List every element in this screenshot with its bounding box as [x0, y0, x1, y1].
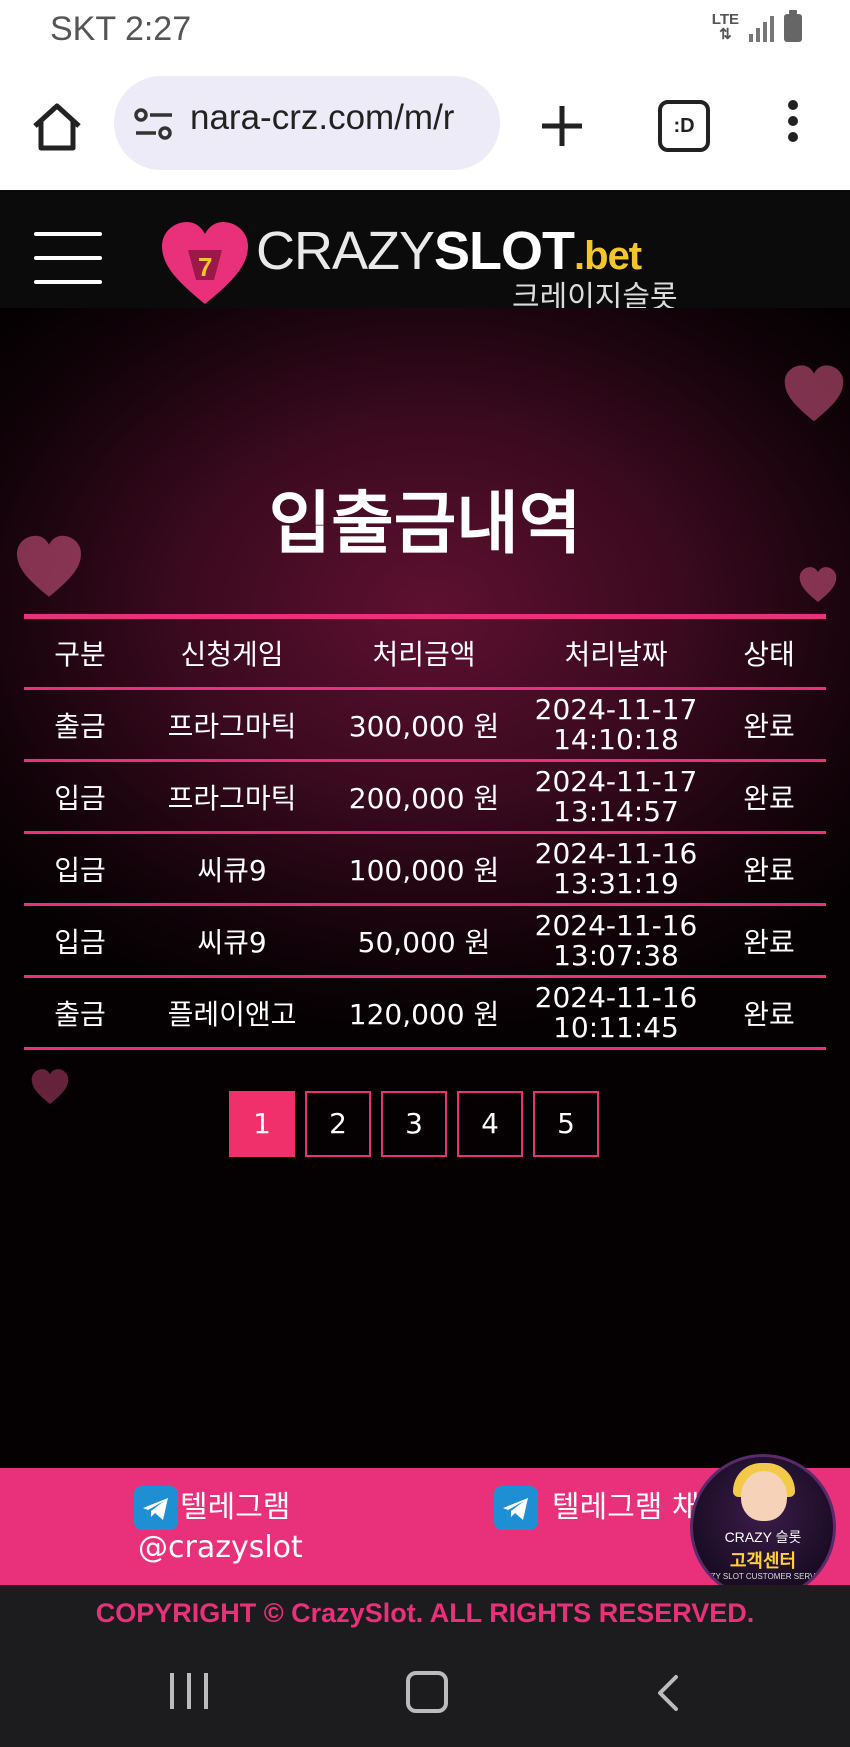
site-header: 7 CRAZYSLOT.bet 크레이지슬롯 [0, 190, 850, 315]
decorative-heart-icon [31, 1069, 69, 1105]
url-text: nara-crz.com/m/r [190, 98, 455, 137]
type-cell: 입금 [54, 781, 106, 815]
page-button[interactable]: 5 [533, 1091, 599, 1157]
datetime-cell: 2024-11-17 14:10:18 [534, 692, 698, 756]
page-button[interactable]: 3 [381, 1091, 447, 1157]
game-cell: 씨큐9 [197, 853, 267, 887]
type-cell: 입금 [54, 925, 106, 959]
telegram-icon [134, 1486, 178, 1530]
table-row: 출금 프라그마틱 300,000 원 2024-11-17 14:10:18 완료 [24, 690, 826, 762]
page-button[interactable]: 2 [305, 1091, 371, 1157]
game-cell: 씨큐9 [197, 925, 267, 959]
type-cell: 입금 [54, 853, 106, 887]
status-cell: 완료 [743, 781, 795, 815]
telegram-handle[interactable]: @crazyslot [138, 1530, 303, 1565]
table-row: 출금 플레이앤고 120,000 원 2024-11-16 10:11:45 완료 [24, 978, 826, 1050]
datetime-cell: 2024-11-16 10:11:45 [534, 980, 698, 1044]
signal-icon [749, 14, 774, 42]
hamburger-menu-icon[interactable] [34, 232, 102, 284]
column-header: 신청게임 [180, 638, 284, 671]
cs-subtitle: ZY SLOT CUSTOMER SERV [710, 1572, 816, 1581]
status-cell: 완료 [743, 853, 795, 887]
new-tab-icon[interactable] [538, 102, 586, 150]
column-header: 구분 [54, 638, 106, 671]
table-row: 입금 씨큐9 50,000 원 2024-11-16 13:07:38 완료 [24, 906, 826, 978]
table-row: 입금 씨큐9 100,000 원 2024-11-16 13:31:19 완료 [24, 834, 826, 906]
type-cell: 출금 [54, 709, 106, 743]
amount-cell: 300,000 원 [348, 709, 500, 743]
pagination: 1 2 3 4 5 [229, 1091, 599, 1157]
transaction-table: 구분 신청게임 처리금액 처리날짜 상태 출금 프라그마틱 300,000 원 … [24, 614, 826, 1050]
page-title: 입출금내역 [268, 485, 582, 564]
datetime-cell: 2024-11-17 13:14:57 [534, 764, 698, 828]
decorative-heart-icon [784, 365, 844, 422]
amount-cell: 120,000 원 [348, 997, 500, 1031]
battery-icon [784, 10, 802, 42]
table-row: 입금 프라그마틱 200,000 원 2024-11-17 13:14:57 완료 [24, 762, 826, 834]
page-button-current[interactable]: 1 [229, 1091, 295, 1157]
address-bar[interactable]: nara-crz.com/m/r [114, 76, 500, 170]
cs-brand: CRAZY 슬롯 [724, 1529, 802, 1545]
lte-icon: LTE ⇅ [711, 11, 739, 43]
datetime-cell: 2024-11-16 13:31:19 [534, 836, 698, 900]
game-cell: 플레이앤고 [167, 997, 297, 1031]
heart-logo-icon: 7 [162, 222, 248, 304]
browser-toolbar: nara-crz.com/m/r :D [0, 60, 850, 190]
site-settings-icon[interactable] [134, 107, 174, 141]
site-logo[interactable]: 7 CRAZYSLOT.bet 크레이지슬롯 [158, 220, 698, 315]
status-icons: LTE ⇅ [711, 10, 802, 43]
more-menu-icon[interactable] [780, 100, 806, 154]
home-icon[interactable] [30, 100, 84, 154]
column-header: 처리날짜 [564, 638, 668, 671]
back-icon[interactable] [652, 1673, 682, 1713]
status-cell: 완료 [743, 997, 795, 1031]
telegram-label: 텔레그램 채 [552, 1490, 700, 1525]
type-cell: 출금 [54, 997, 106, 1031]
status-cell: 완료 [743, 709, 795, 743]
tab-switcher-button[interactable]: :D [658, 100, 710, 152]
amount-cell: 100,000 원 [348, 853, 500, 887]
telegram-label: 텔레그램 [180, 1490, 291, 1525]
home-nav-icon[interactable] [406, 1671, 448, 1713]
datetime-cell: 2024-11-16 13:07:38 [534, 908, 698, 972]
status-time: SKT 2:27 [50, 10, 192, 48]
system-nav-bar [0, 1637, 850, 1747]
mascot-icon [741, 1471, 787, 1521]
page-button[interactable]: 4 [457, 1091, 523, 1157]
game-cell: 프라그마틱 [167, 709, 297, 743]
amount-cell: 200,000 원 [348, 781, 500, 815]
column-header: 상태 [743, 638, 795, 671]
main-content: 입출금내역 구분 신청게임 처리금액 처리날짜 상태 출금 프라그마틱 300,… [0, 308, 850, 1468]
table-header-row: 구분 신청게임 처리금액 처리날짜 상태 [24, 619, 826, 690]
telegram-link-1[interactable]: 텔레그램 [134, 1486, 290, 1530]
recent-apps-icon[interactable] [170, 1673, 208, 1709]
svg-text:7: 7 [198, 252, 212, 282]
amount-cell: 50,000 원 [357, 925, 491, 959]
copyright-text: COPYRIGHT © CrazySlot. ALL RIGHTS RESERV… [95, 1598, 755, 1628]
status-cell: 완료 [743, 925, 795, 959]
status-bar: SKT 2:27 LTE ⇅ [0, 0, 850, 60]
cs-title: 고객센터 [729, 1551, 797, 1572]
customer-service-button[interactable]: CRAZY 슬롯 고객센터 ZY SLOT CUSTOMER SERV [690, 1454, 836, 1600]
telegram-icon [494, 1486, 538, 1530]
decorative-heart-icon [799, 567, 837, 603]
telegram-link-2[interactable]: 텔레그램 채 [494, 1486, 700, 1530]
game-cell: 프라그마틱 [167, 781, 297, 815]
column-header: 처리금액 [372, 638, 476, 671]
